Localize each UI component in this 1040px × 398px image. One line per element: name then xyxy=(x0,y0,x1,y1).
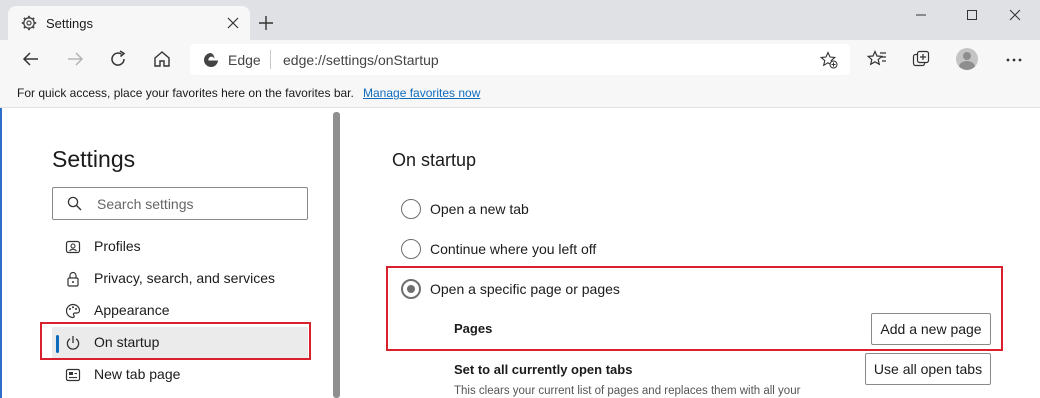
sidebar-item-label: Appearance xyxy=(94,302,170,318)
forward-icon[interactable] xyxy=(64,48,86,70)
back-icon[interactable] xyxy=(20,48,42,70)
sidebar-item-label: Privacy, search, and services xyxy=(94,270,276,286)
more-options-icon[interactable] xyxy=(1004,50,1024,70)
section-title: On startup xyxy=(392,150,477,170)
search-settings-field[interactable] xyxy=(52,187,308,220)
address-bar[interactable]: Edge edge://settings/onStartup xyxy=(190,44,850,75)
refresh-icon[interactable] xyxy=(107,48,129,70)
profile-icon xyxy=(65,240,81,254)
gear-icon xyxy=(21,15,37,31)
radio-label-open-new-tab: Open a new tab xyxy=(430,201,529,217)
sidebar-item-label: New tab page xyxy=(94,366,181,382)
title-bar: Settings xyxy=(0,0,1040,40)
sidebar-item-profiles[interactable]: Profiles xyxy=(52,231,308,263)
tab-title: Settings xyxy=(46,16,93,31)
use-all-open-tabs-button[interactable]: Use all open tabs xyxy=(865,353,991,385)
search-input[interactable] xyxy=(97,194,297,214)
manage-favorites-link[interactable]: Manage favorites now xyxy=(363,86,480,100)
new-tab-page-icon xyxy=(65,368,81,382)
close-window-button[interactable] xyxy=(1000,6,1030,24)
sidebar-scrollbar[interactable] xyxy=(333,112,340,398)
sidebar-item-new-tab-page[interactable]: New tab page xyxy=(52,359,308,391)
sidebar-title: Settings xyxy=(52,146,136,172)
favorites-bar-message: For quick access, place your favorites h… xyxy=(17,86,354,100)
address-divider xyxy=(270,50,271,69)
minimize-button[interactable] xyxy=(906,6,936,24)
radio-label-continue: Continue where you left off xyxy=(430,241,597,257)
window-edge xyxy=(0,108,2,398)
lock-icon xyxy=(67,271,79,287)
toolbar: Edge edge://settings/onStartup xyxy=(0,40,1040,80)
open-tabs-description: This clears your current list of pages a… xyxy=(454,385,801,397)
address-url[interactable]: edge://settings/onStartup xyxy=(283,52,439,68)
sidebar-item-privacy[interactable]: Privacy, search, and services xyxy=(52,263,308,295)
address-brand: Edge xyxy=(228,52,261,68)
radio-open-new-tab[interactable] xyxy=(401,199,421,219)
tab-settings[interactable]: Settings xyxy=(8,6,250,40)
collections-icon[interactable] xyxy=(911,49,931,69)
search-icon xyxy=(67,196,82,211)
palette-icon xyxy=(65,303,81,319)
edge-logo-icon xyxy=(204,53,218,67)
highlight-box-specific-pages xyxy=(386,266,1003,351)
home-icon[interactable] xyxy=(151,48,173,70)
open-tabs-label: Set to all currently open tabs xyxy=(454,362,633,377)
favorites-bar: For quick access, place your favorites h… xyxy=(0,80,1040,108)
highlight-box-on-startup xyxy=(40,322,311,360)
close-tab-icon[interactable] xyxy=(226,16,240,30)
add-favorite-icon[interactable] xyxy=(820,51,838,69)
favorites-icon[interactable] xyxy=(867,49,887,69)
radio-continue-where-left-off[interactable] xyxy=(401,239,421,259)
sidebar-item-label: Profiles xyxy=(94,238,141,254)
profile-avatar[interactable] xyxy=(956,48,978,70)
maximize-button[interactable] xyxy=(957,6,987,24)
new-tab-button[interactable] xyxy=(256,13,276,33)
